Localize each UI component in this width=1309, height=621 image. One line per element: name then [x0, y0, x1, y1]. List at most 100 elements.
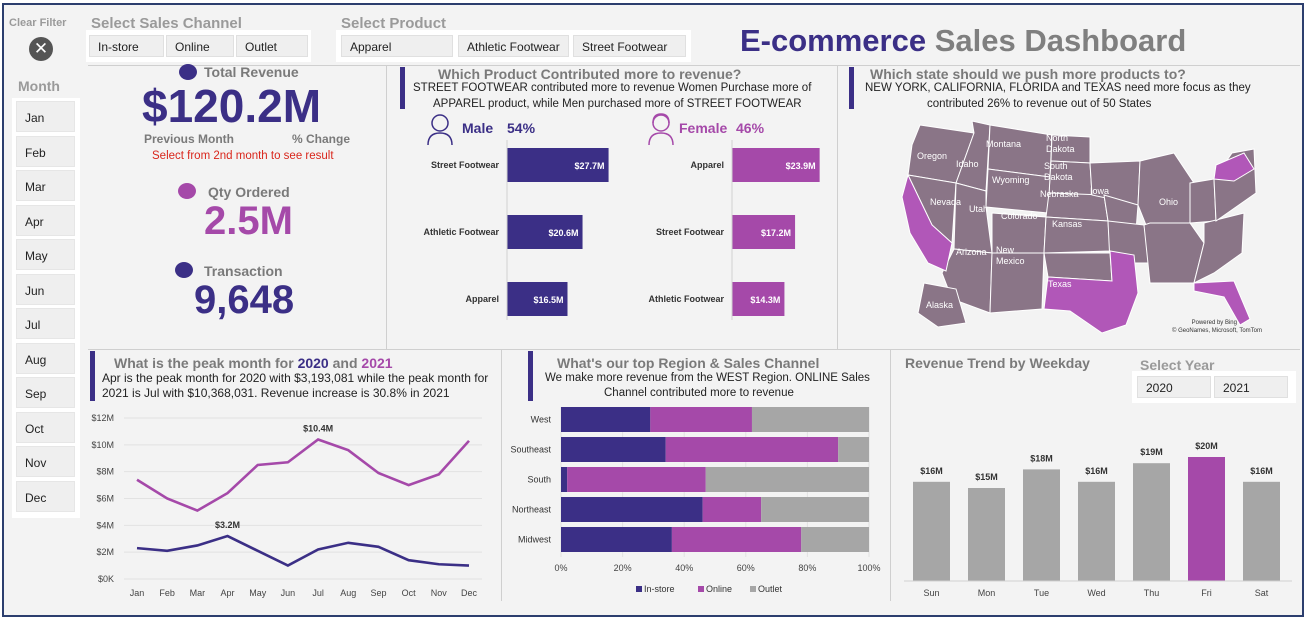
weekday-value-label: $15M	[975, 472, 998, 482]
month-item-apr[interactable]: Apr	[16, 204, 75, 236]
month-item-nov[interactable]: Nov	[16, 446, 75, 477]
region-bar-outlet[interactable]	[751, 407, 869, 432]
us-map[interactable]: OregonIdahoMontanaNorth DakotaSouth Dakota…	[894, 113, 1274, 338]
mid-divider	[88, 349, 1300, 350]
region-bar-online[interactable]	[650, 407, 752, 432]
male-label: Male	[462, 120, 494, 136]
state-label-wyoming: Wyoming	[992, 175, 1029, 185]
month-item-sep[interactable]: Sep	[16, 377, 75, 408]
dashboard-frame: Clear Filter ✕ Month Jan Feb Mar Apr May Jun J…	[2, 3, 1304, 617]
channel-option-2[interactable]: Outlet	[236, 35, 308, 57]
region-legend-swatch	[698, 586, 704, 592]
male-pct: 54%	[507, 120, 536, 136]
qty-label: Qty Ordered	[208, 184, 290, 200]
state-label-nevada: Nevada	[930, 197, 961, 207]
qty-value: 2.5M	[204, 199, 293, 243]
product-option-2[interactable]: Street Footwear	[573, 35, 686, 57]
line-xtick-label: Sep	[370, 588, 386, 598]
channel-option-1[interactable]: Online	[166, 35, 234, 57]
weekday-category-label: Fri	[1201, 588, 1212, 598]
region-xtick-label: 0%	[554, 563, 567, 573]
year-option-2021[interactable]: 2021	[1214, 376, 1288, 398]
state-montana-shape[interactable]	[987, 124, 1053, 178]
region-desc-2: Channel contributed more to revenue	[604, 387, 794, 399]
product-desc-1: STREET FOOTWEAR contributed more to reve…	[413, 82, 812, 94]
year-option-2020[interactable]: 2020	[1137, 376, 1211, 398]
map-credit-geonames: © GeoNames, Microsoft, TomTom	[1172, 327, 1262, 334]
product-option-0[interactable]: Apparel	[341, 35, 453, 57]
state-label-ohio: Ohio	[1159, 197, 1178, 207]
revenue-label: Total Revenue	[204, 64, 299, 80]
channel-option-0[interactable]: In-store	[89, 35, 164, 57]
line-series-2021[interactable]	[136, 438, 470, 513]
weekday-bar-mon[interactable]	[968, 488, 1005, 581]
peak-desc-1: Apr is the peak month for 2020 with $3,1…	[102, 371, 489, 385]
region-bar-in-store[interactable]	[561, 527, 672, 552]
weekday-bar-wed[interactable]	[1078, 481, 1115, 581]
month-item-jan[interactable]: Jan	[16, 101, 75, 132]
weekday-bar-thu[interactable]	[1133, 463, 1170, 581]
region-bar-online[interactable]	[671, 527, 802, 552]
state-ohio-shape[interactable]	[1189, 178, 1217, 224]
region-category-label: South	[527, 475, 551, 485]
month-item-jul[interactable]: Jul	[16, 308, 75, 339]
region-desc-1: We make more revenue from the WEST Regio…	[545, 372, 870, 384]
female-product-value-label: $23.9M	[786, 161, 816, 171]
region-category-label: West	[531, 415, 552, 425]
weekday-revenue-chart: $16M Sun $15M Mon $18M Tue $16M Wed $19M Thu $20M F…	[904, 441, 1292, 598]
month-item-may[interactable]: May	[16, 239, 75, 270]
state-utah-shape[interactable]	[953, 182, 993, 254]
weekday-bar-tue[interactable]	[1023, 469, 1060, 581]
state-label-kansas: Kansas	[1052, 219, 1083, 229]
region-xtick-label: 40%	[675, 563, 693, 573]
female-label: Female	[679, 120, 728, 136]
line-series-2020[interactable]	[136, 534, 470, 568]
month-item-feb[interactable]: Feb	[16, 135, 75, 167]
line-xtick-label: Nov	[431, 588, 448, 598]
region-bar-outlet[interactable]	[705, 467, 869, 492]
weekday-category-label: Sun	[923, 588, 939, 598]
weekday-value-label: $20M	[1195, 441, 1218, 451]
state-desc-2: contributed 26% to revenue out of 50 Sta…	[927, 98, 1152, 110]
region-xtick-label: 80%	[798, 563, 816, 573]
prev-month-label: Previous Month	[144, 132, 235, 146]
female-product-category-label: Athletic Footwear	[648, 294, 724, 304]
male-product-value-label: $20.6M	[549, 228, 579, 238]
state-greatlakes-shape[interactable]	[1137, 152, 1195, 226]
region-bar-outlet[interactable]	[801, 527, 869, 552]
state-florida-shape[interactable]	[1193, 280, 1251, 326]
region-bar-online[interactable]	[665, 437, 839, 462]
pct-change-label: % Change	[292, 132, 351, 146]
line-xtick-label: Jan	[130, 588, 145, 598]
region-bar-in-store[interactable]	[561, 437, 666, 462]
month-item-aug[interactable]: Aug	[16, 342, 75, 374]
peak-desc-2: 2021 is Jul with $10,368,031. Revenue in…	[102, 386, 450, 400]
month-item-dec[interactable]: Dec	[16, 480, 75, 512]
state-oklahoma-shape[interactable]	[1043, 252, 1113, 282]
product-option-1[interactable]: Athletic Footwear	[458, 35, 569, 57]
line-ytick-label: $6M	[96, 494, 114, 504]
state-label-montana: Montana	[986, 139, 1021, 149]
region-bar-in-store[interactable]	[561, 497, 703, 522]
region-panel-title: What's our top Region & Sales Channel	[557, 355, 820, 371]
state-desc-1: NEW YORK, CALIFORNIA, FLORIDA and TEXAS …	[865, 82, 1251, 94]
weekday-bar-sun[interactable]	[913, 481, 950, 581]
female-product-chart: Apparel $23.9M Street Footwear $17.2M Athlet…	[648, 140, 820, 320]
month-item-mar[interactable]: Mar	[16, 170, 75, 201]
clear-filter-button[interactable]: ✕	[29, 37, 53, 61]
line-xtick-label: Jun	[281, 588, 296, 598]
region-bar-outlet[interactable]	[761, 497, 869, 522]
weekday-bar-sat[interactable]	[1243, 481, 1280, 581]
state-midsouth-shape[interactable]	[1143, 222, 1205, 284]
region-bar-online[interactable]	[567, 467, 706, 492]
region-bar-outlet[interactable]	[838, 437, 869, 462]
region-bar-in-store[interactable]	[561, 467, 568, 492]
region-bar-in-store[interactable]	[561, 407, 651, 432]
male-product-value-label: $16.5M	[533, 295, 563, 305]
month-item-jun[interactable]: Jun	[16, 273, 75, 305]
region-bar-online[interactable]	[702, 497, 762, 522]
weekday-bar-fri[interactable]	[1188, 457, 1225, 581]
weekday-category-label: Tue	[1034, 588, 1049, 598]
product-accent-bar	[400, 67, 405, 109]
month-item-oct[interactable]: Oct	[16, 411, 75, 443]
